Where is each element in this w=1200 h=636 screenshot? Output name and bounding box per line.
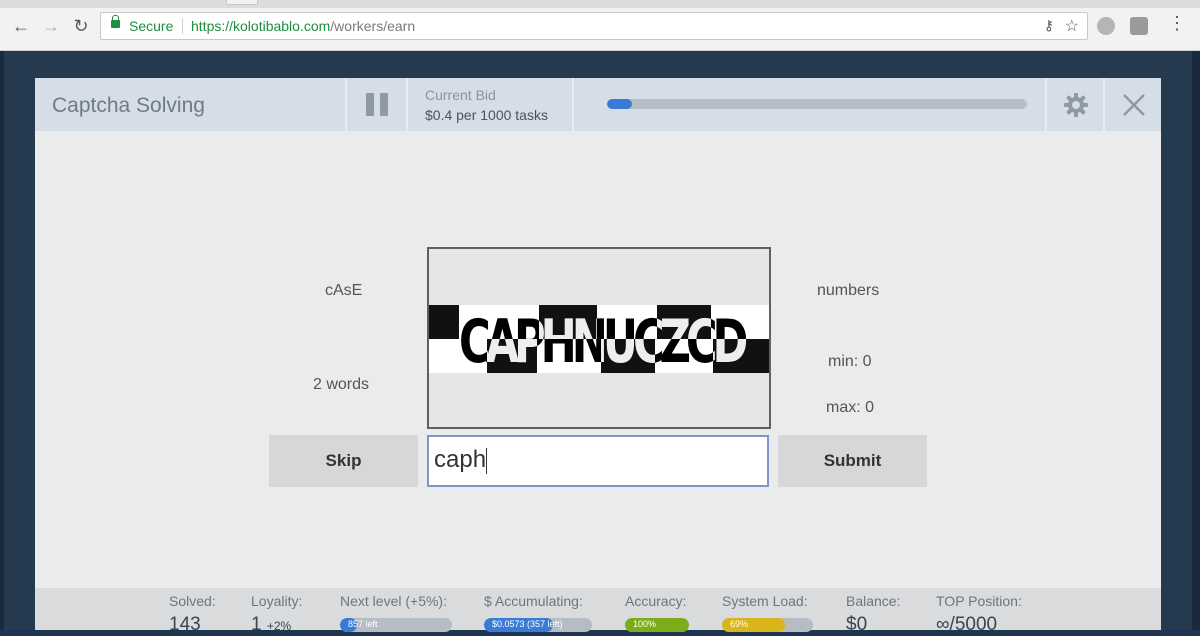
url-path: /workers/earn — [330, 18, 416, 34]
current-bid-label: Current Bid — [425, 87, 496, 103]
task-progress-bar — [607, 99, 1027, 109]
stat-top-position-value: ∞/5000 — [936, 614, 998, 635]
pause-button[interactable] — [347, 78, 407, 131]
settings-button[interactable] — [1047, 78, 1103, 131]
task-progress-fill — [607, 99, 633, 109]
loyalty-level: 1 — [251, 614, 262, 635]
stat-balance-label: Balance: — [846, 593, 901, 609]
tab[interactable] — [226, 0, 258, 5]
header-divider — [406, 78, 408, 131]
captcha-panel: Captcha Solving Current Bid $0.4 per 100… — [35, 78, 1161, 635]
text-caret — [486, 447, 488, 474]
stat-system-load-label: System Load: — [722, 593, 808, 609]
reload-icon[interactable]: ↻ — [70, 15, 92, 37]
next-level-text: 857 left — [348, 619, 378, 629]
stat-top-position-label: TOP Position: — [936, 593, 1022, 609]
pause-icon-bar — [380, 93, 388, 116]
stat-next-level-label: Next level (+5%): — [340, 593, 447, 609]
address-bar[interactable]: Secure https://kolotibablo.com/workers/e… — [100, 12, 1088, 40]
pause-icon — [366, 93, 374, 116]
secure-label: Secure — [129, 18, 174, 34]
current-bid-value: $0.4 per 1000 tasks — [425, 107, 548, 123]
key-icon[interactable]: ⚷ — [1044, 17, 1054, 34]
forward-icon[interactable]: → — [40, 15, 62, 37]
numbers-hint: numbers — [817, 282, 880, 299]
answer-input[interactable]: caph — [427, 435, 769, 487]
words-hint: 2 words — [313, 376, 370, 393]
accuracy-text: 100% — [633, 619, 657, 629]
close-icon — [1123, 94, 1145, 116]
stat-accumulating-label: $ Accumulating: — [484, 593, 583, 609]
stat-accuracy-label: Accuracy: — [625, 593, 687, 609]
browser-menu-icon[interactable]: ⋮ — [1168, 13, 1186, 34]
tab-strip — [0, 0, 1200, 8]
stat-loyalty-label: Loyality: — [251, 593, 303, 609]
bookmark-star-icon[interactable]: ☆ — [1065, 16, 1079, 36]
stat-balance-value: $0 — [846, 614, 868, 635]
loyalty-bonus: +2% — [266, 619, 292, 633]
url-text[interactable]: https://kolotibablo.com/workers/earn — [191, 18, 415, 34]
max-hint: max: 0 — [826, 399, 875, 416]
lock-icon — [111, 15, 120, 28]
cube-extension-icon[interactable] — [1130, 17, 1148, 35]
window-edge-right — [1192, 51, 1200, 630]
back-icon[interactable]: ← — [10, 15, 32, 37]
close-button[interactable] — [1107, 78, 1161, 131]
stat-solved-label: Solved: — [169, 593, 216, 609]
url-host: https://kolotibablo.com — [191, 18, 331, 34]
stats-bar: Solved: 143 Loyality: 1 +2% Next level (… — [35, 588, 1161, 635]
stat-loyalty-value: 1 +2% — [251, 614, 291, 636]
captcha-image: CAPHNUCZCD — [427, 247, 771, 429]
divider — [182, 18, 183, 34]
accumulating-text: $0.0573 (357 left) — [492, 619, 563, 629]
panel-header: Captcha Solving Current Bid $0.4 per 100… — [35, 78, 1161, 131]
system-load-text: 69% — [730, 619, 749, 629]
header-divider — [1103, 78, 1105, 131]
captcha-text: CAPHNUCZCD — [459, 307, 748, 373]
skip-button[interactable]: Skip — [269, 435, 418, 487]
answer-value: caph — [434, 446, 487, 473]
captcha-strip: CAPHNUCZCD — [429, 305, 769, 373]
submit-button[interactable]: Submit — [778, 435, 927, 487]
globe-extension-icon[interactable] — [1097, 17, 1115, 35]
window-edge-left — [0, 51, 4, 630]
header-divider — [572, 78, 574, 131]
case-hint: cAsE — [325, 282, 363, 299]
noise-block — [429, 305, 459, 339]
browser-toolbar: ← → ↻ Secure https://kolotibablo.com/wor… — [0, 0, 1200, 51]
page-title: Captcha Solving — [52, 94, 205, 117]
stat-solved-value: 143 — [169, 614, 201, 635]
gear-icon — [1064, 93, 1088, 117]
min-hint: min: 0 — [828, 353, 872, 370]
